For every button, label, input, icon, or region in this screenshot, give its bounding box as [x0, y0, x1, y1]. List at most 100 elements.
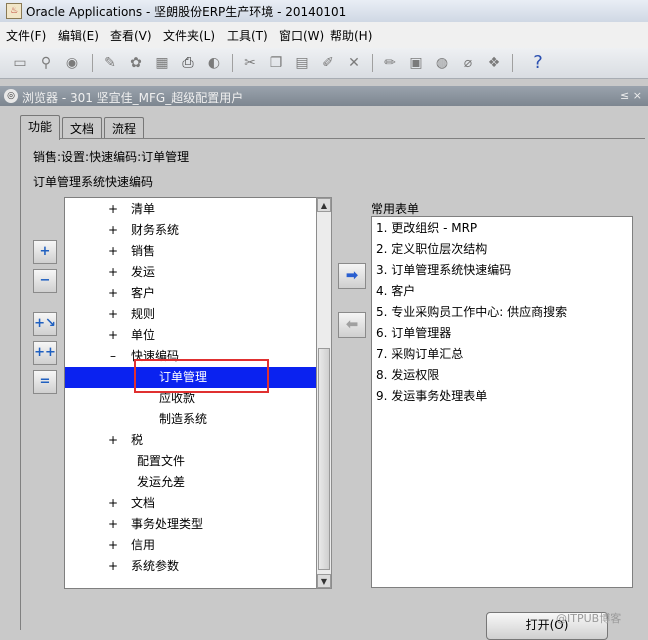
next-step-icon[interactable]: ✿	[126, 53, 146, 73]
navigate-icon[interactable]: ◉	[62, 53, 82, 73]
favorite-item[interactable]: 4. 客户	[376, 281, 415, 302]
tree-item[interactable]: + 清单	[65, 199, 317, 220]
remove-from-favorites-button[interactable]: ⬅	[338, 312, 366, 338]
menu-help[interactable]: 帮助(H)	[330, 27, 372, 44]
folder-tools-icon[interactable]: ❖	[484, 53, 504, 73]
navigator-title: 浏览器 - 301 坚宜佳_MFG_超级配置用户	[22, 91, 244, 105]
tree-title: 订单管理系统快速编码	[33, 175, 154, 189]
tree-item-label: 发运允差	[137, 475, 186, 489]
favorites-list[interactable]: 1. 更改组织 - MRP 2. 定义职位层次结构 3. 订单管理系统快速编码 …	[371, 216, 633, 588]
find-icon[interactable]: ⚲	[36, 53, 56, 73]
expand-toggle[interactable]: +	[108, 220, 118, 241]
favorite-item[interactable]: 1. 更改组织 - MRP	[376, 218, 477, 239]
menu-edit[interactable]: 编辑(E)	[58, 27, 99, 44]
tree-item[interactable]: + 销售	[65, 241, 317, 262]
tab-functions[interactable]: 功能	[20, 115, 60, 140]
menu-tools[interactable]: 工具(T)	[227, 27, 268, 44]
tab-documents[interactable]: 文档	[62, 117, 102, 140]
tree-item-label: 单位	[131, 328, 156, 342]
menu-folder[interactable]: 文件夹(L)	[163, 27, 215, 44]
tree-item[interactable]: + 文档	[65, 493, 317, 514]
scroll-up-arrow[interactable]: ▲	[317, 198, 331, 212]
path-label: 销售:设置:快速编码:订单管理	[33, 150, 190, 164]
navigator-titlebar: ◎ 浏览器 - 301 坚宜佳_MFG_超级配置用户 ≤ ×	[0, 86, 648, 106]
tree-item[interactable]: + 发运	[65, 262, 317, 283]
print-icon[interactable]: ⎙	[178, 53, 198, 73]
menu-window[interactable]: 窗口(W)	[279, 27, 324, 44]
tree-scrollbar[interactable]: ▲ ▼	[316, 197, 332, 589]
tree-item[interactable]: 制造系统	[65, 409, 317, 430]
tree-item[interactable]: + 系统参数	[65, 556, 317, 577]
tree-item[interactable]: 配置文件	[65, 451, 317, 472]
favorite-item[interactable]: 2. 定义职位层次结构	[376, 239, 487, 260]
tree-item-label: 规则	[131, 307, 156, 321]
collapse-all-button[interactable]: =	[33, 370, 57, 394]
save-icon[interactable]: ✎	[100, 53, 120, 73]
switch-resp-icon[interactable]: ▦	[152, 53, 172, 73]
favorite-item[interactable]: 3. 订单管理系统快速编码	[376, 260, 511, 281]
tree-item[interactable]: + 税	[65, 430, 317, 451]
expand-toggle[interactable]: +	[108, 283, 118, 304]
tree-item[interactable]: + 规则	[65, 304, 317, 325]
collapse-button[interactable]: −	[33, 269, 57, 293]
paste-icon[interactable]: ▤	[292, 53, 312, 73]
tree-item-label: 事务处理类型	[131, 517, 204, 531]
expand-toggle[interactable]: +	[108, 262, 118, 283]
favorite-item[interactable]: 9. 发运事务处理表单	[376, 386, 487, 407]
tree-item-label: 配置文件	[137, 454, 186, 468]
tree-item[interactable]: + 单位	[65, 325, 317, 346]
expand-toggle[interactable]: +	[108, 493, 118, 514]
collapse-toggle[interactable]: –	[108, 346, 118, 367]
zoom-icon[interactable]: ▣	[406, 53, 426, 73]
delete-icon[interactable]: ✕	[344, 53, 364, 73]
clear-record-icon[interactable]: ✐	[318, 53, 338, 73]
cut-icon[interactable]: ✂	[240, 53, 260, 73]
tree-item-label: 文档	[131, 496, 156, 510]
tree-item-label: 税	[131, 433, 144, 447]
menu-view[interactable]: 查看(V)	[110, 27, 152, 44]
expand-toggle[interactable]: +	[108, 430, 118, 451]
favorite-item[interactable]: 7. 采购订单汇总	[376, 344, 463, 365]
menu-file[interactable]: 文件(F)	[6, 27, 46, 44]
function-tree[interactable]: + 清单 + 财务系统 + 销售 + 发运 + 客户 + 规则 + 单位 – 快速编码 订单管理…	[64, 197, 318, 589]
expand-toggle[interactable]: +	[108, 199, 118, 220]
tree-item[interactable]: + 财务系统	[65, 220, 317, 241]
expand-toggle[interactable]: +	[108, 556, 118, 577]
expand-all-button[interactable]: ++	[33, 341, 57, 365]
favorite-item[interactable]: 8. 发运权限	[376, 365, 439, 386]
add-to-favorites-button[interactable]: ➡	[338, 263, 366, 289]
window-controls[interactable]: ≤ ×	[620, 89, 642, 102]
tree-item-label: 客户	[131, 286, 156, 300]
translations-icon[interactable]: ◍	[432, 53, 452, 73]
tree-item-label: 财务系统	[131, 223, 180, 237]
help-icon[interactable]: ?	[528, 53, 548, 73]
copy-icon[interactable]: ❐	[266, 53, 286, 73]
favorite-item[interactable]: 5. 专业采购员工作中心: 供应商搜索	[376, 302, 567, 323]
watermark: @ITPUB博客	[556, 612, 622, 625]
new-record-icon[interactable]: ▭	[10, 53, 30, 73]
edit-field-icon[interactable]: ✏	[380, 53, 400, 73]
expand-toggle[interactable]: +	[108, 535, 118, 556]
expand-toggle[interactable]: +	[108, 514, 118, 535]
tree-item-label: 发运	[131, 265, 156, 279]
scroll-down-arrow[interactable]: ▼	[317, 574, 331, 588]
scroll-thumb[interactable]	[318, 348, 330, 570]
close-form-icon[interactable]: ◐	[204, 53, 224, 73]
tree-item[interactable]: + 信用	[65, 535, 317, 556]
tree-item[interactable]: 发运允差	[65, 472, 317, 493]
toolbar: ▭ ⚲ ◉ ✎ ✿ ▦ ⎙ ◐ ✂ ❐ ▤ ✐ ✕ ✏ ▣ ◍ ⌀ ❖ ?	[0, 48, 648, 79]
tree-item-label: 制造系统	[159, 412, 208, 426]
attachments-icon[interactable]: ⌀	[458, 53, 478, 73]
tree-item[interactable]: + 客户	[65, 283, 317, 304]
favorite-item[interactable]: 6. 订单管理器	[376, 323, 451, 344]
tab-processes[interactable]: 流程	[104, 117, 144, 140]
tree-item[interactable]: + 事务处理类型	[65, 514, 317, 535]
tree-item-label: 销售	[131, 244, 156, 258]
expand-button[interactable]: +	[33, 240, 57, 264]
expand-toggle[interactable]: +	[108, 304, 118, 325]
expand-branch-button[interactable]: +↘	[33, 312, 57, 336]
menu-bar: 文件(F) 编辑(E) 查看(V) 文件夹(L) 工具(T) 窗口(W) 帮助(…	[0, 22, 648, 49]
tree-item-label: 信用	[131, 538, 156, 552]
expand-toggle[interactable]: +	[108, 241, 118, 262]
expand-toggle[interactable]: +	[108, 325, 118, 346]
